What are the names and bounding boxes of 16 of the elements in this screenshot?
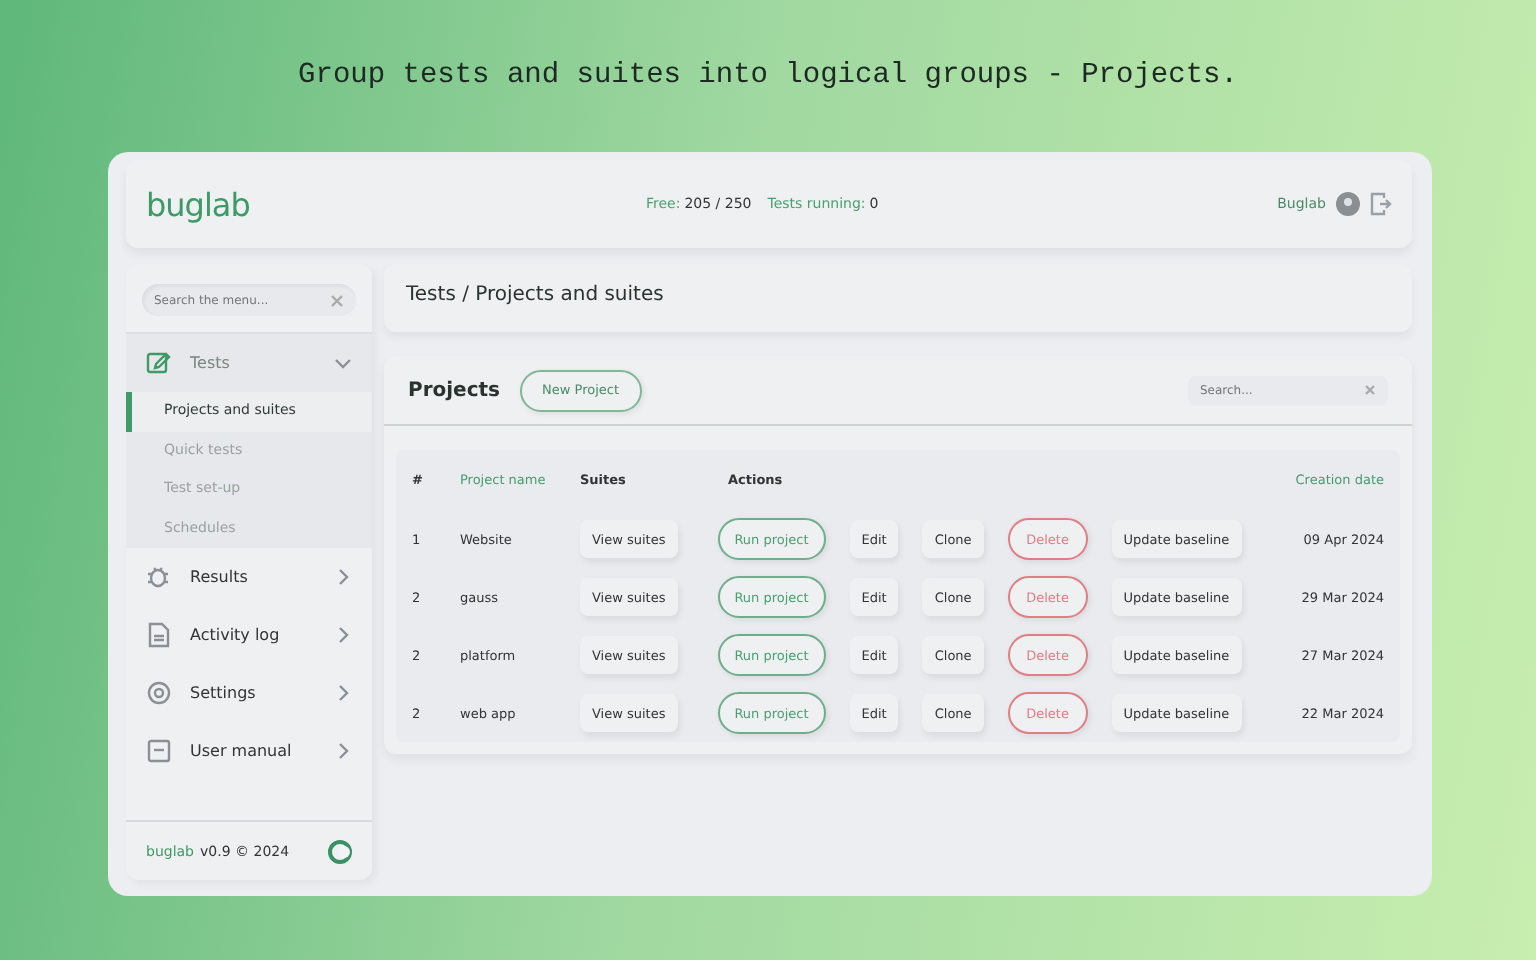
- menu-item[interactable]: Settings: [126, 664, 372, 722]
- edit-icon: [146, 350, 172, 376]
- menu-item[interactable]: Results: [126, 548, 372, 606]
- menu-item[interactable]: User manual: [126, 722, 372, 780]
- settings-icon: [146, 680, 172, 706]
- avatar-icon[interactable]: [1336, 192, 1360, 216]
- close-icon[interactable]: [1364, 383, 1376, 395]
- menu-item[interactable]: Activity log: [126, 606, 372, 664]
- book-icon: [146, 738, 172, 764]
- breadcrumb: Tests / Projects and suites: [384, 264, 1412, 332]
- page-caption: Group tests and suites into logical groups - Projects.: [298, 58, 1238, 96]
- logout-icon[interactable]: [1370, 192, 1392, 216]
- section-title: Projects: [408, 379, 501, 401]
- document-icon: [146, 622, 172, 648]
- close-icon[interactable]: [330, 293, 344, 307]
- bug-icon: [146, 564, 172, 590]
